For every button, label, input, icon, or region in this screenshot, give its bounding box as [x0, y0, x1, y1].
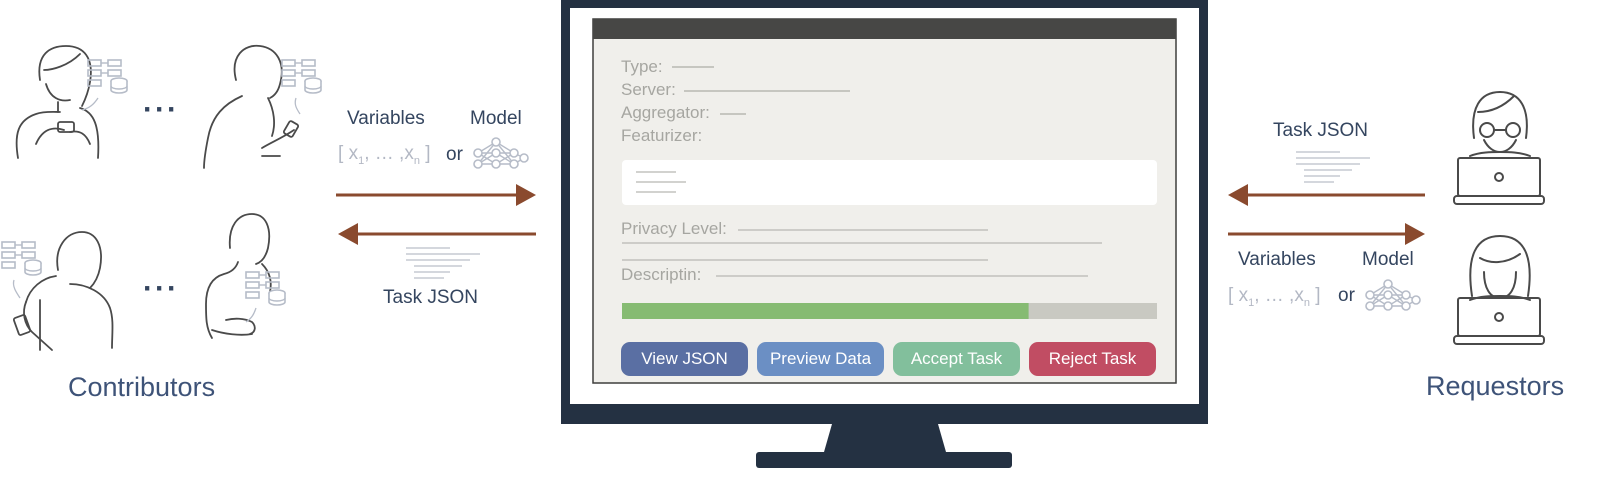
right-model-label: Model [1362, 249, 1414, 270]
privacy-level-label: Privacy Level: [621, 219, 727, 238]
left-or-label: or [446, 144, 463, 165]
window-titlebar [593, 19, 1176, 39]
accept-task-button[interactable]: Accept Task [893, 342, 1020, 376]
vector-x1: x [1238, 285, 1249, 306]
right-variables-vector: [ x1, … ,xn ] [1228, 285, 1321, 309]
ellipsis-bottom: ··· [143, 272, 179, 305]
vector-x1: x [348, 143, 359, 164]
requestor-person-1-icon [1453, 91, 1545, 205]
contributors-to-server-arrow [336, 184, 536, 206]
requestor-person-2-icon [1453, 235, 1545, 345]
ellipsis-top: ··· [143, 93, 179, 126]
server-label: Server: [621, 80, 676, 99]
requestors-title: Requestors [1426, 371, 1565, 401]
diagram-canvas [1, 0, 1545, 468]
contributor-person-3-icon [12, 231, 114, 351]
vector-xn: x [404, 143, 414, 164]
dataset-icon [245, 271, 286, 306]
contributor-person-1-icon [15, 45, 100, 159]
vector-bracket-open: [ [338, 143, 344, 164]
view-json-button[interactable]: View JSON [621, 342, 748, 376]
vector-subn: n [1303, 296, 1310, 309]
document-lines-icon [1295, 151, 1371, 183]
preview-data-button[interactable]: Preview Data [757, 342, 884, 376]
monitor-stand [824, 424, 946, 452]
neural-network-icon [473, 137, 529, 169]
neural-network-icon [1365, 279, 1421, 311]
right-or-label: or [1338, 285, 1355, 306]
federated-learning-diagram: ··· ··· Contributors Requestors Variable… [0, 0, 1601, 478]
vector-subn: n [413, 154, 420, 167]
aggregator-label: Aggregator: [621, 103, 710, 122]
contributor-person-4-icon [205, 213, 272, 339]
dataset-icon [1, 241, 42, 276]
vector-bracket-close: ] [1315, 285, 1321, 306]
server-to-requestor-arrow [1228, 223, 1425, 245]
vector-ellipsis: , … , [1254, 285, 1295, 306]
right-task-json-label: Task JSON [1273, 120, 1369, 141]
vector-bracket-open: [ [1228, 285, 1234, 306]
type-label: Type: [621, 57, 663, 76]
right-variables-label: Variables [1238, 249, 1316, 270]
left-task-json-label: Task JSON [383, 287, 479, 308]
left-variables-label: Variables [347, 108, 425, 129]
document-lines-icon [405, 247, 481, 279]
contributor-person-2-icon [203, 45, 299, 169]
description-label: Descriptin: [621, 265, 702, 284]
vector-bracket-close: ] [425, 143, 431, 164]
monitor-base [756, 452, 1012, 468]
left-model-label: Model [470, 108, 522, 129]
vector-xn: x [1294, 285, 1304, 306]
left-variables-vector: [ x1, … ,xn ] [338, 143, 431, 167]
requestor-to-server-arrow [1228, 184, 1425, 206]
server-to-contributors-arrow [338, 223, 536, 245]
featurizer-box [622, 160, 1157, 205]
reject-task-button[interactable]: Reject Task [1029, 342, 1156, 376]
vector-ellipsis: , … , [364, 143, 405, 164]
featurizer-label: Featurizer: [621, 126, 703, 145]
dataset-icon [87, 59, 128, 94]
dataset-icon [281, 59, 322, 94]
progress-fill [622, 303, 1029, 319]
contributors-title: Contributors [68, 372, 216, 402]
task-window [592, 18, 1177, 384]
